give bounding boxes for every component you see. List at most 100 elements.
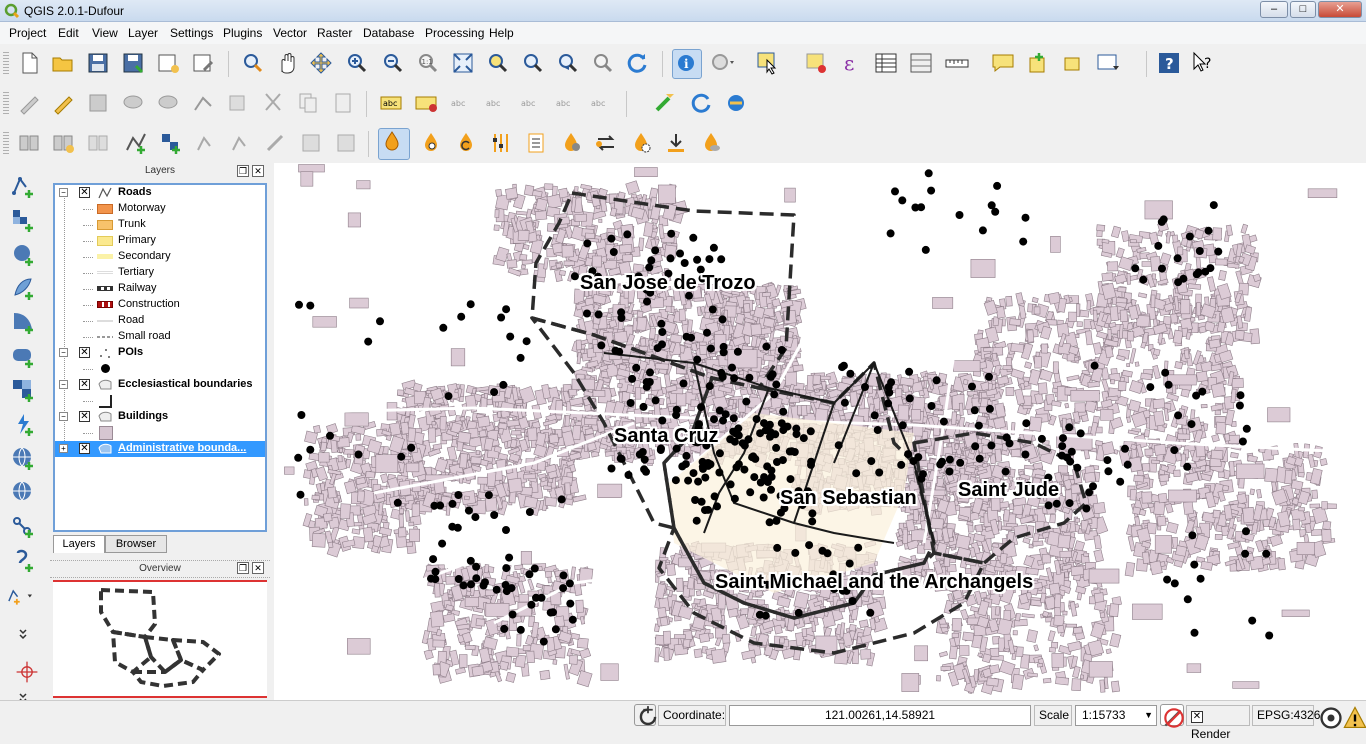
- add-virtual-layer-icon[interactable]: [10, 547, 36, 573]
- close-panel-icon[interactable]: ✕: [252, 562, 264, 574]
- layer-item-roads[interactable]: − ✕ Roads: [55, 185, 265, 201]
- attribute-table-icon[interactable]: [873, 50, 899, 76]
- add-vector-layer-icon[interactable]: [10, 173, 36, 199]
- zoom-native-resolution-icon[interactable]: 1:1: [415, 50, 441, 76]
- menu-help[interactable]: Help: [489, 26, 514, 40]
- menu-vector[interactable]: Vector: [273, 26, 307, 40]
- collapse-toggle-icon[interactable]: −: [59, 412, 68, 421]
- openlayers-plugin-icon[interactable]: [723, 90, 749, 116]
- zoom-full-icon[interactable]: [450, 50, 476, 76]
- zoom-to-layer-icon[interactable]: [520, 50, 546, 76]
- layer-database-icon[interactable]: [698, 130, 724, 156]
- composer-manager-icon[interactable]: [190, 50, 216, 76]
- layer-list-icon[interactable]: [523, 130, 549, 156]
- add-mssql-layer-icon[interactable]: [10, 309, 36, 335]
- toolbar-grip[interactable]: [3, 90, 9, 116]
- current-edits-icon[interactable]: [16, 90, 42, 116]
- add-spatialite-layer-icon[interactable]: [10, 275, 36, 301]
- new-bookmark-icon[interactable]: [1025, 50, 1051, 76]
- more-tools-chevron-icon-2[interactable]: [10, 685, 36, 704]
- paste-features-icon[interactable]: [330, 90, 356, 116]
- open-project-icon[interactable]: [50, 50, 76, 76]
- add-postgis-layer-icon[interactable]: [10, 241, 36, 267]
- layer-user-icon[interactable]: [558, 130, 584, 156]
- layer-properties-key-icon[interactable]: [418, 130, 444, 156]
- layer-refresh-icon[interactable]: [453, 130, 479, 156]
- menu-settings[interactable]: Settings: [170, 26, 213, 40]
- deselect-features-icon[interactable]: [803, 50, 829, 76]
- pin-labels-icon[interactable]: [413, 90, 439, 116]
- move-feature-icon[interactable]: [155, 90, 181, 116]
- pan-hand-icon[interactable]: [274, 50, 300, 76]
- menu-project[interactable]: Project: [9, 26, 46, 40]
- zoom-out-icon[interactable]: [380, 50, 406, 76]
- expand-toggle-icon[interactable]: +: [59, 444, 68, 453]
- layer-export-icon[interactable]: [663, 130, 689, 156]
- menu-database[interactable]: Database: [363, 26, 414, 40]
- field-calculator-icon[interactable]: ε: [838, 50, 864, 76]
- collapse-toggle-icon[interactable]: −: [59, 380, 68, 389]
- new-gpx-layer-icon[interactable]: [10, 513, 36, 539]
- map-tips-icon[interactable]: [990, 50, 1016, 76]
- tab-browser[interactable]: Browser: [105, 535, 167, 553]
- help-contents-icon[interactable]: ?: [1156, 50, 1182, 76]
- new-project-icon[interactable]: [16, 50, 42, 76]
- node-tool-icon[interactable]: [190, 90, 216, 116]
- show-hide-labels-icon[interactable]: abc: [483, 90, 509, 116]
- add-wfs-layer-icon[interactable]: [333, 130, 359, 156]
- statistical-summary-icon[interactable]: [908, 50, 934, 76]
- add-spatialite-layer-icon[interactable]: [228, 130, 254, 156]
- add-postgis-layer-icon[interactable]: [193, 130, 219, 156]
- add-wfs-layer-icon[interactable]: [10, 479, 36, 505]
- layer-visibility-checkbox[interactable]: ✕: [79, 411, 90, 422]
- zoom-to-selection-icon[interactable]: [485, 50, 511, 76]
- reload-plugin-icon[interactable]: [688, 90, 714, 116]
- toolbar-grip[interactable]: [3, 50, 9, 76]
- touch-zoom-icon[interactable]: [240, 50, 266, 76]
- layer-item-buildings[interactable]: − ✕ Buildings: [55, 409, 265, 425]
- new-print-composer-icon[interactable]: [155, 50, 181, 76]
- layer-gear-icon[interactable]: [628, 130, 654, 156]
- close-button[interactable]: ✕: [1318, 1, 1362, 18]
- more-tools-chevron-icon[interactable]: [10, 621, 36, 640]
- zoom-in-icon[interactable]: [344, 50, 370, 76]
- identify-features-icon[interactable]: i: [672, 49, 702, 79]
- layer-style-drop-icon[interactable]: [378, 128, 410, 160]
- save-project-icon[interactable]: [85, 50, 111, 76]
- map-canvas[interactable]: San Jose de Trozo Santa Cruz San Sebasti…: [274, 163, 1366, 700]
- menu-view[interactable]: View: [92, 26, 118, 40]
- float-panel-icon[interactable]: ❐: [237, 165, 249, 177]
- new-spatialite-layer-icon[interactable]: [16, 130, 42, 156]
- save-as-icon[interactable]: [120, 50, 146, 76]
- crosshair-icon[interactable]: [14, 659, 38, 683]
- new-vector-layer-dropdown-icon[interactable]: [6, 583, 42, 609]
- add-vector-layer-icon[interactable]: [123, 130, 149, 156]
- layer-item-ecclesiastical-boundaries[interactable]: − ✕ Ecclesiastical boundaries: [55, 377, 265, 393]
- new-shapefile-layer-icon[interactable]: [50, 130, 76, 156]
- pan-to-selection-icon[interactable]: [308, 50, 334, 76]
- add-raster-layer-icon[interactable]: [10, 207, 36, 233]
- measure-line-icon[interactable]: [944, 50, 970, 76]
- add-wcs-layer-icon[interactable]: [10, 445, 36, 471]
- add-oracle-layer-icon[interactable]: [10, 343, 36, 369]
- tab-layers[interactable]: Layers: [53, 535, 105, 553]
- select-features-icon[interactable]: [755, 50, 781, 76]
- highlight-pinned-labels-icon[interactable]: abc: [448, 90, 474, 116]
- create-layer-icon[interactable]: [85, 130, 111, 156]
- add-wms-layer-icon[interactable]: [263, 130, 289, 156]
- rotate-label-icon[interactable]: abc: [553, 90, 579, 116]
- move-label-icon[interactable]: abc: [518, 90, 544, 116]
- add-feature-icon[interactable]: [120, 90, 146, 116]
- save-layer-edits-icon[interactable]: [85, 90, 111, 116]
- layer-visibility-checkbox[interactable]: ✕: [79, 443, 90, 454]
- layer-item-pois[interactable]: − ✕ POIs: [55, 345, 265, 361]
- change-label-icon[interactable]: abc: [588, 90, 614, 116]
- show-bookmarks-icon[interactable]: [1060, 50, 1086, 76]
- layer-visibility-checkbox[interactable]: ✕: [79, 379, 90, 390]
- whats-this-icon[interactable]: ?: [1190, 50, 1216, 76]
- menu-edit[interactable]: Edit: [58, 26, 79, 40]
- layer-visibility-checkbox[interactable]: ✕: [79, 347, 90, 358]
- overview-map[interactable]: [53, 580, 267, 698]
- close-panel-icon[interactable]: ✕: [252, 165, 264, 177]
- zoom-last-icon[interactable]: [555, 50, 581, 76]
